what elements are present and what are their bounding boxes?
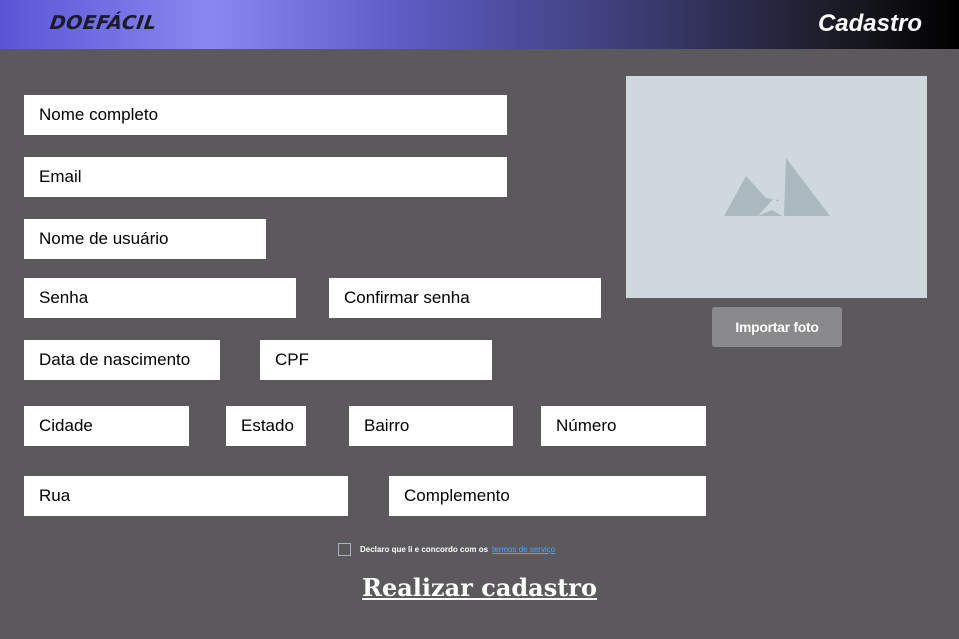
number-input[interactable]: Número <box>541 406 706 446</box>
street-input[interactable]: Rua <box>24 476 348 516</box>
app-header: DOEFÁCIL Cadastro <box>0 0 959 49</box>
import-photo-button[interactable]: Importar foto <box>712 307 842 347</box>
username-input[interactable]: Nome de usuário <box>24 219 266 259</box>
email-input[interactable]: Email <box>24 157 507 197</box>
confirm-password-input[interactable]: Confirmar senha <box>329 278 601 318</box>
city-input[interactable]: Cidade <box>24 406 189 446</box>
terms-agreement: Declaro que li e concordo com os termos … <box>338 541 555 557</box>
terms-of-service-link[interactable]: termos de serviço <box>492 545 555 554</box>
full-name-input[interactable]: Nome completo <box>24 95 507 135</box>
cpf-input[interactable]: CPF <box>260 340 492 380</box>
state-input[interactable]: Estado <box>226 406 306 446</box>
neighborhood-input[interactable]: Bairro <box>349 406 513 446</box>
terms-label: Declaro que li e concordo com os <box>360 544 489 554</box>
password-input[interactable]: Senha <box>24 278 296 318</box>
terms-checkbox[interactable] <box>338 542 351 556</box>
page-title: Cadastro <box>817 10 922 37</box>
submit-area: Realizar cadastro <box>0 573 959 602</box>
complement-input[interactable]: Complemento <box>389 476 706 516</box>
image-placeholder-icon <box>724 158 830 216</box>
birthdate-input[interactable]: Data de nascimento <box>24 340 220 380</box>
photo-preview <box>626 76 927 298</box>
register-button[interactable]: Realizar cadastro <box>362 573 597 602</box>
app-logo: DOEFÁCIL <box>48 12 159 34</box>
